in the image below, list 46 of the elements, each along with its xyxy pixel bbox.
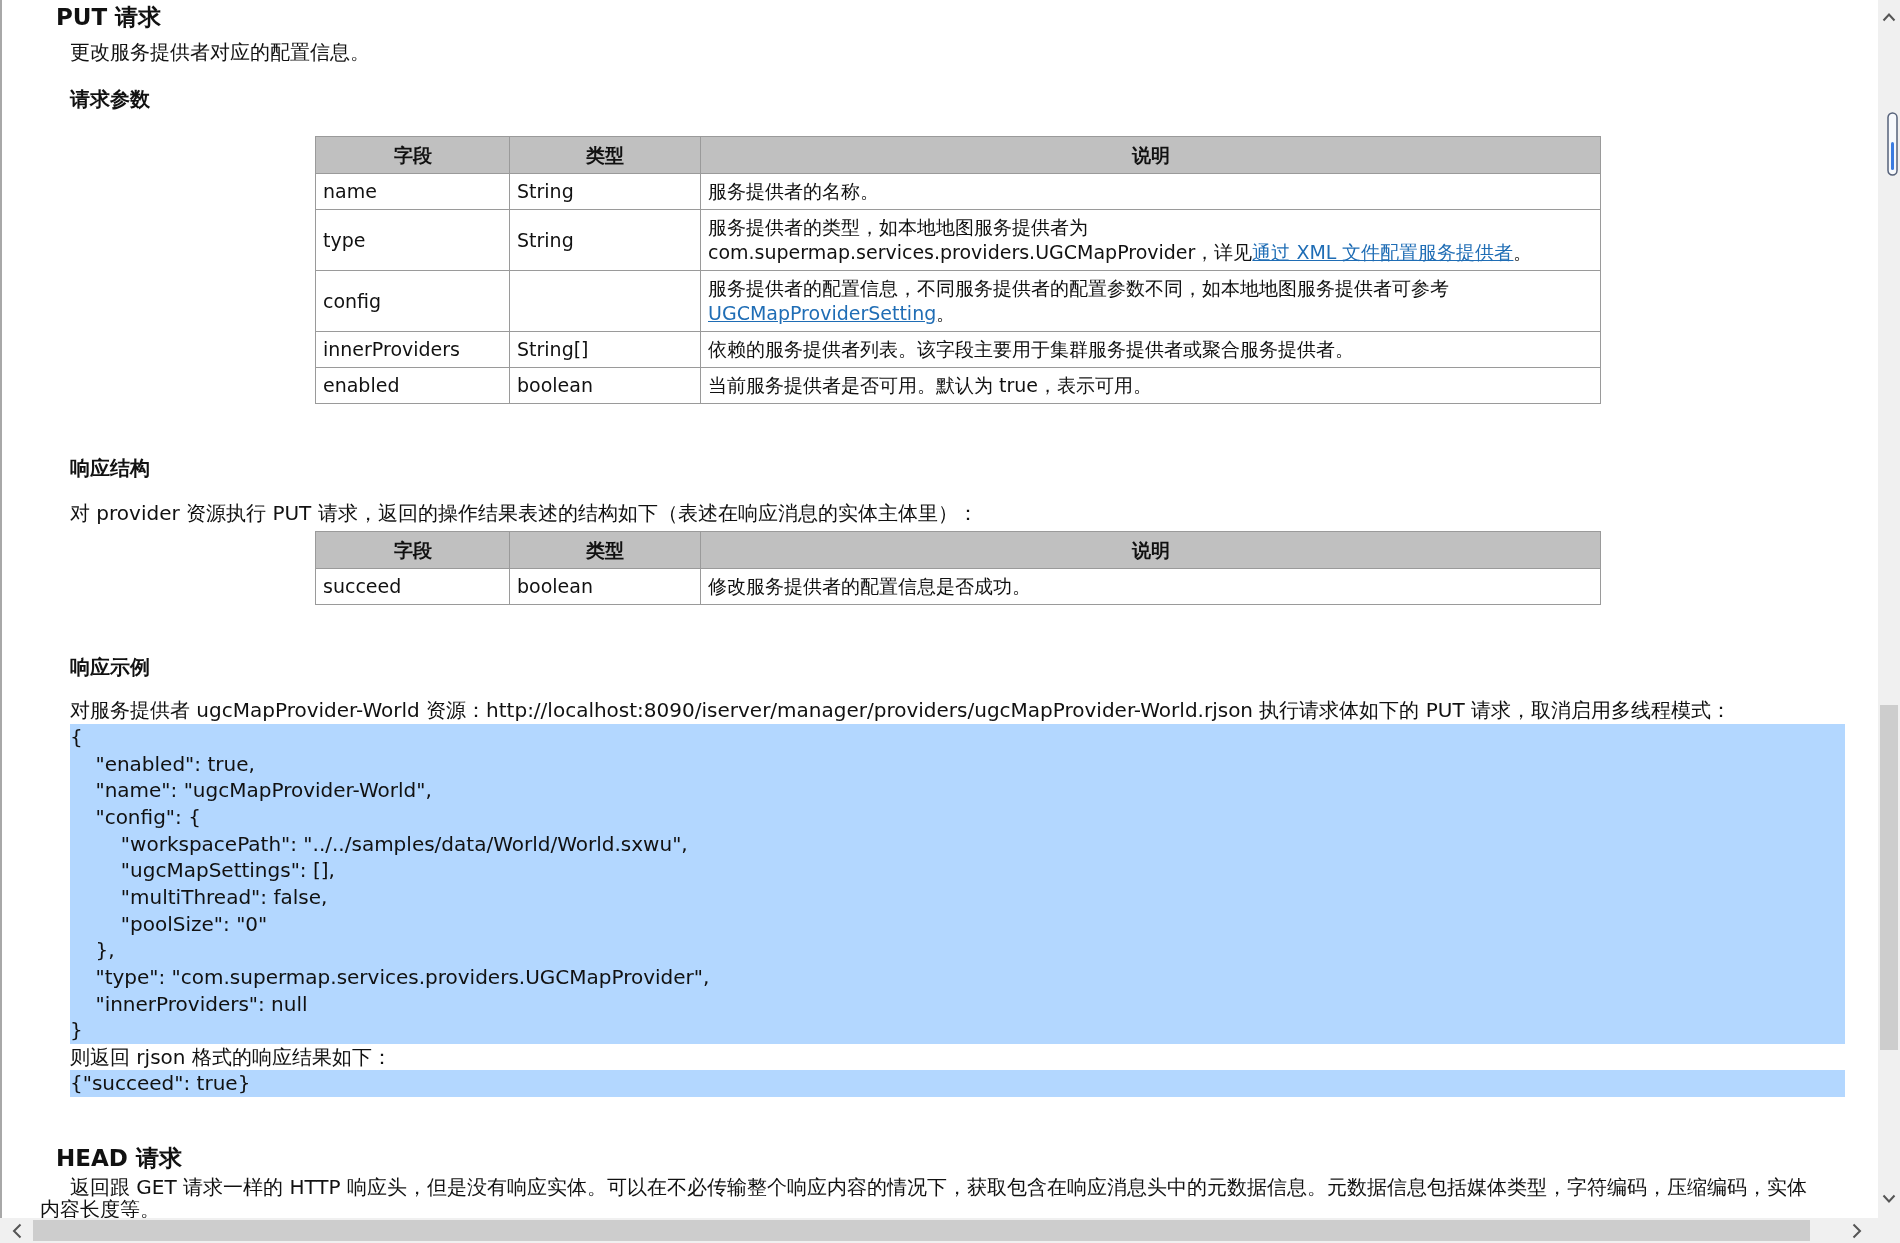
chevron-up-icon[interactable]	[1882, 12, 1896, 22]
capsule-icon	[1887, 112, 1898, 176]
field-name: type	[323, 228, 366, 251]
section-heading: PUT 请求	[56, 3, 162, 32]
link[interactable]: 通过 XML 文件配置服务提供者	[1252, 241, 1514, 263]
column-header: 字段	[315, 531, 510, 569]
code-block: {"succeed": true}	[70, 1070, 1845, 1098]
vertical-scrollbar[interactable]	[1878, 0, 1900, 1218]
subsection-heading: 响应结构	[70, 455, 150, 481]
chevron-down-icon[interactable]	[1882, 1194, 1896, 1204]
description-text: 返回跟 GET 请求一样的 HTTP 响应头，但是没有响应实体。可以在不必传输整个响应内容的情况下，获取包含在响应消息头中的元数据信息。元数据信息包括媒体类型，字符编码，压缩编码，实体 内容长度等。	[40, 1176, 1807, 1218]
description-text: 服务提供者的类型，如本地地图服务提供者为 com.supermap.services.providers.UGCMapProvider，详见通过 XML 文件配置服务提供者。	[708, 215, 1534, 265]
description-text: 修改服务提供者的配置信息是否成功。	[708, 574, 1031, 599]
description-text: 更改服务提供者对应的配置信息。	[70, 39, 370, 65]
description-text: 依赖的服务提供者列表。该字段主要用于集群服务提供者或聚合服务提供者。	[708, 337, 1354, 362]
subsection-heading: 请求参数	[70, 86, 150, 112]
column-header: 类型	[509, 531, 701, 569]
chevron-left-icon[interactable]	[12, 1222, 22, 1239]
field-name: config	[323, 289, 382, 312]
intro-text: 则返回 rjson 格式的响应结果如下：	[70, 1044, 392, 1071]
section-heading: HEAD 请求	[56, 1144, 182, 1174]
data-type: String[]	[517, 338, 589, 360]
link[interactable]: UGCMapProviderSetting	[708, 302, 937, 324]
data-type: String	[517, 228, 574, 251]
intro-text: 对 provider 资源执行 PUT 请求，返回的操作结果表述的结构如下（表述在响应消息的实体主体里）：	[70, 500, 978, 526]
intro-text: 对服务提供者 ugcMapProvider-World 资源：http://localhost:8090/iserver/manager/providers/ugcMapProvider-World.rjson 执行请求体如下的 PUT 请求，取消启用多线程模式：	[70, 697, 1732, 723]
description-text: 服务提供者的配置信息，不同服务提供者的配置参数不同，如本地地图服务提供者可参考 UGCMapProviderSetting。	[708, 276, 1450, 326]
scrollbar-thumb[interactable]	[1880, 705, 1898, 1050]
data-type: boolean	[517, 575, 593, 597]
scrollbar-thumb[interactable]	[33, 1220, 1810, 1241]
column-header: 说明	[700, 136, 1601, 174]
field-name: enabled	[323, 374, 400, 396]
field-name: innerProviders	[323, 338, 460, 360]
data-type: String	[517, 180, 574, 202]
data-type: boolean	[517, 374, 593, 396]
field-name: succeed	[323, 575, 402, 597]
description-text: 当前服务提供者是否可用。默认为 true，表示可用。	[708, 373, 1153, 398]
column-header: 类型	[509, 136, 701, 174]
chevron-right-icon[interactable]	[1852, 1222, 1862, 1239]
description-text: 服务提供者的名称。	[708, 179, 879, 204]
horizontal-scrollbar[interactable]	[0, 1218, 1878, 1243]
code-block: { "enabled": true, "name": "ugcMapProvider-World", "config": { "workspacePath": "../../samples/data/World/World.sxwu", "ugcMapSettings": [], "multiThread": false, "poolSize": "0" }, "type": "com.supermap.services.providers.UGCMapProvider", "innerProviders": null }	[70, 724, 1845, 1045]
subsection-heading: 响应示例	[70, 654, 150, 680]
column-header: 字段	[315, 136, 510, 174]
field-name: name	[323, 180, 377, 202]
column-header: 说明	[700, 531, 1601, 569]
